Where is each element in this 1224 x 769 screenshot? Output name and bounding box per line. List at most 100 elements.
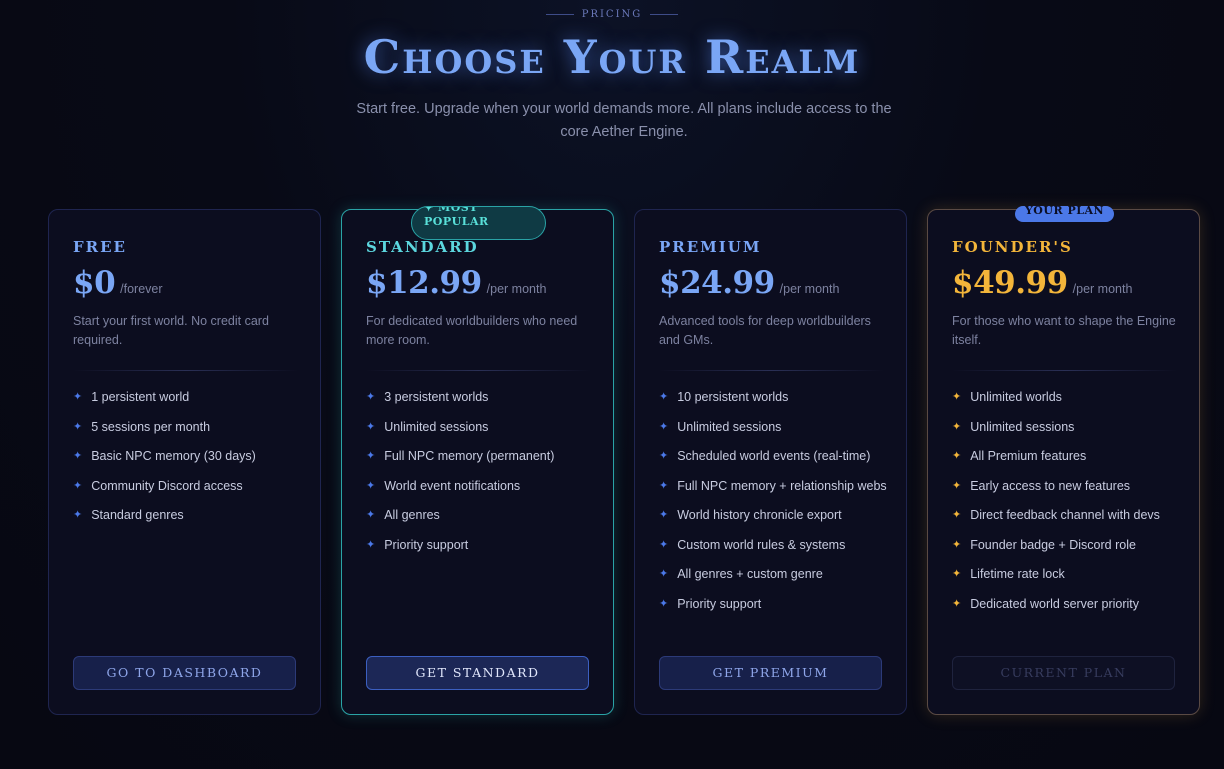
feature-list: ✦ 3 persistent worlds ✦ Unlimited sessions…: [366, 387, 596, 564]
feature-label: Standard genres: [91, 508, 184, 522]
plan-price: $12.99: [366, 265, 482, 301]
feature-label: Unlimited worlds: [970, 390, 1062, 404]
feature-label: Unlimited sessions: [677, 419, 782, 434]
plan-period: /per month: [1072, 282, 1133, 296]
feature-item: ✦ Community Discord access: [73, 476, 303, 496]
pricing-eyebrow: PRICING: [0, 9, 1224, 20]
sparkle-icon: ✦: [952, 391, 962, 403]
badge-label: ✦ MOST POPULAR: [424, 206, 489, 228]
feature-item: ✦ Unlimited sessions: [366, 417, 596, 437]
feature-label: Scheduled world events (real-time): [677, 449, 871, 463]
feature-label: Dedicated world server priority: [970, 596, 1140, 611]
current-plan-button[interactable]: CURRENT PLAN: [952, 656, 1175, 690]
sparkle-icon: ✦: [952, 509, 962, 521]
get-standard-button[interactable]: GET STANDARD: [366, 656, 589, 690]
feature-item: ✦ Standard genres: [73, 505, 303, 525]
feature-label: All Premium features: [970, 449, 1087, 463]
sparkle-icon: ✦: [366, 509, 376, 521]
sparkle-icon: ✦: [952, 568, 962, 580]
sparkle-icon: ✦: [659, 538, 669, 551]
plan-card-premium: PREMIUM $24.99 /per month Advanced tools…: [634, 209, 907, 715]
feature-label: Unlimited sessions: [970, 419, 1075, 434]
feature-label: Priority support: [677, 596, 762, 611]
eyebrow-line-left: [545, 14, 574, 15]
feature-label: 3 persistent worlds: [384, 390, 489, 404]
sparkle-icon: ✦: [659, 420, 669, 433]
feature-list: ✦ 1 persistent world ✦ 5 sessions per mont…: [73, 387, 303, 535]
sparkle-icon: ✦: [73, 450, 83, 462]
price-row: $12.99 /per month: [366, 265, 546, 301]
sparkle-icon: ✦: [659, 450, 669, 462]
sparkle-icon: ✦: [952, 538, 962, 551]
plan-card-standard: ✦ MOST POPULAR STANDARD $12.99 /per mont…: [341, 206, 614, 715]
sparkle-icon: ✦: [659, 391, 669, 403]
plan-period: /per month: [779, 282, 840, 296]
sparkle-icon: ✦: [952, 450, 962, 462]
feature-item: ✦ Founder badge + Discord role: [952, 535, 1182, 555]
get-premium-button[interactable]: GET PREMIUM: [659, 656, 882, 690]
go-to-dashboard-button[interactable]: GO TO DASHBOARD: [73, 656, 296, 690]
feature-item: ✦ Lifetime rate lock: [952, 564, 1182, 584]
divider: [73, 370, 298, 371]
price-row: $24.99 /per month: [659, 265, 839, 301]
plan-card-free: FREE $0 /forever Start your first world.…: [48, 209, 321, 715]
feature-item: ✦ Full NPC memory (permanent): [366, 446, 596, 466]
plan-description: For dedicated worldbuilders who need mor…: [366, 314, 578, 347]
feature-item: ✦ 5 sessions per month: [73, 417, 303, 437]
feature-item: ✦ Direct feedback channel with devs: [952, 505, 1182, 525]
eyebrow-line-right: [650, 14, 679, 15]
your-plan-badge: YOUR PLAN: [1015, 206, 1114, 222]
feature-label: Early access to new features: [970, 478, 1131, 493]
feature-item: ✦ Full NPC memory + relationship webs: [659, 476, 889, 496]
plan-period: /per month: [486, 282, 547, 296]
plan-price: $0: [73, 265, 116, 301]
feature-label: 10 persistent worlds: [677, 390, 789, 404]
plan-name: FOUNDER'S: [952, 238, 1073, 256]
feature-item: ✦ Scheduled world events (real-time): [659, 446, 889, 466]
feature-item: ✦ All Premium features: [952, 446, 1182, 466]
divider: [659, 370, 884, 371]
feature-label: World event notifications: [384, 478, 521, 493]
sparkle-icon: ✦: [73, 420, 83, 433]
feature-item: ✦ Unlimited sessions: [952, 417, 1182, 437]
feature-label: Founder badge + Discord role: [970, 537, 1136, 552]
plan-description: Advanced tools for deep worldbuilders an…: [659, 314, 871, 347]
divider: [366, 370, 591, 371]
feature-item: ✦ 1 persistent world: [73, 387, 303, 407]
feature-item: ✦ Priority support: [659, 594, 889, 614]
feature-item: ✦ Custom world rules & systems: [659, 535, 889, 555]
feature-item: ✦ Early access to new features: [952, 476, 1182, 496]
sparkle-icon: ✦: [659, 568, 669, 580]
divider: [952, 370, 1177, 371]
feature-label: Basic NPC memory (30 days): [91, 449, 256, 463]
feature-label: Unlimited sessions: [384, 419, 489, 434]
sparkle-icon: ✦: [366, 538, 376, 551]
sparkle-icon: ✦: [659, 509, 669, 521]
sparkle-icon: ✦: [366, 450, 376, 462]
feature-label: 1 persistent world: [91, 390, 190, 404]
sparkle-icon: ✦: [73, 479, 83, 492]
feature-item: ✦ Basic NPC memory (30 days): [73, 446, 303, 466]
feature-item: ✦ World event notifications: [366, 476, 596, 496]
feature-item: ✦ Unlimited worlds: [952, 387, 1182, 407]
feature-item: ✦ Priority support: [366, 535, 596, 555]
sparkle-icon: ✦: [366, 479, 376, 492]
feature-label: Community Discord access: [91, 478, 243, 493]
feature-label: Full NPC memory + relationship webs: [677, 478, 887, 493]
feature-item: ✦ Unlimited sessions: [659, 417, 889, 437]
price-row: $49.99 /per month: [952, 265, 1132, 301]
feature-item: ✦ Dedicated world server priority: [952, 594, 1182, 614]
feature-label: All genres + custom genre: [677, 567, 823, 581]
eyebrow-label: PRICING: [581, 9, 643, 20]
feature-item: ✦ 10 persistent worlds: [659, 387, 889, 407]
plan-description: For those who want to shape the Engine i…: [952, 314, 1176, 347]
plan-description: Start your first world. No credit card r…: [73, 314, 269, 347]
feature-item: ✦ World history chronicle export: [659, 505, 889, 525]
page-subtitle: Start free. Upgrade when your world dema…: [356, 101, 892, 140]
feature-label: All genres: [384, 508, 440, 522]
feature-list: ✦ Unlimited worlds ✦ Unlimited sessions ✦ A…: [952, 387, 1182, 623]
feature-item: ✦ All genres + custom genre: [659, 564, 889, 584]
feature-item: ✦ 3 persistent worlds: [366, 387, 596, 407]
sparkle-icon: ✦: [73, 509, 83, 521]
sparkle-icon: ✦: [73, 391, 83, 403]
